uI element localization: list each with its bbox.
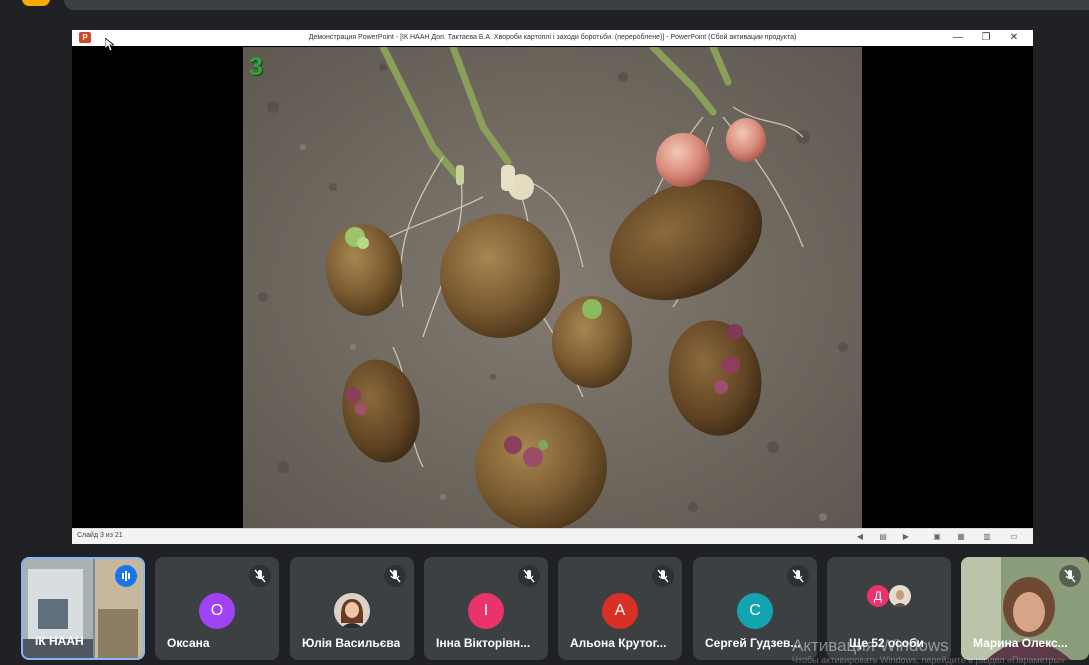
powerpoint-icon: P: [79, 32, 91, 43]
participant-tile-inna[interactable]: І Інна Вікторівн...: [424, 557, 548, 660]
previous-slide-icon[interactable]: ◀: [855, 532, 865, 541]
avatar-photo: [334, 593, 370, 629]
windows-activation-hint: Чтобы активировать Windows, перейдите в …: [792, 655, 1066, 665]
powerpoint-statusbar: Слайд 3 из 21 ◀ ▤ ▶ ▣ ▦ ▥ ▭: [72, 528, 1033, 544]
top-toolbar-strip: [64, 0, 1089, 10]
menu-icon[interactable]: ▤: [878, 532, 888, 541]
participant-name: ІК НААН: [35, 634, 84, 648]
top-indicator: [22, 0, 50, 6]
restore-button[interactable]: ❐: [975, 31, 997, 45]
participant-tile-ik-naan[interactable]: ІК НААН: [21, 557, 145, 660]
avatar: Д: [867, 585, 889, 607]
participant-name: Оксана: [167, 636, 210, 650]
participant-tile-maryna[interactable]: Марина Олекс...: [961, 557, 1089, 660]
mic-off-icon: [249, 565, 271, 587]
minimize-button[interactable]: —: [947, 31, 969, 45]
next-slide-icon[interactable]: ▶: [901, 532, 911, 541]
shared-presentation-window: P Демонстрация PowerPoint - [ІК НААН Доп…: [72, 30, 1033, 544]
potato-tubers-photo: [243, 47, 862, 528]
slide-number-label: 3: [249, 53, 263, 81]
mic-off-icon: [787, 565, 809, 587]
avatar: І: [468, 593, 504, 629]
avatar: С: [737, 593, 773, 629]
mic-off-icon: [518, 565, 540, 587]
participant-name: Інна Вікторівн...: [436, 636, 531, 650]
slide-sorter-icon[interactable]: ▦: [956, 532, 966, 541]
mic-off-icon: [1059, 565, 1081, 587]
avatar: А: [602, 593, 638, 629]
slideshow-icon[interactable]: ▭: [1009, 532, 1019, 541]
participant-name: Сергей Гудзев...: [705, 636, 801, 650]
close-button[interactable]: ✕: [1003, 31, 1025, 45]
mic-off-icon: [384, 565, 406, 587]
avatar: О: [199, 593, 235, 629]
slide-canvas: 3: [243, 47, 862, 528]
participant-tile-yuliia[interactable]: Юлія Васильєва: [290, 557, 414, 660]
participant-tile-alona[interactable]: А Альона Крутог...: [558, 557, 682, 660]
reading-view-icon[interactable]: ▥: [982, 532, 992, 541]
powerpoint-titlebar: P Демонстрация PowerPoint - [ІК НААН Доп…: [72, 30, 1033, 46]
mouse-cursor-icon: [105, 38, 114, 52]
avatar-photo: [889, 585, 911, 607]
participant-name: Альона Крутог...: [570, 636, 667, 650]
mic-off-icon: [652, 565, 674, 587]
window-title: Демонстрация PowerPoint - [ІК НААН Доп. …: [308, 34, 797, 41]
audio-activity-icon: [115, 565, 137, 587]
participant-name: Марина Олекс...: [973, 636, 1068, 650]
participant-tile-oksana[interactable]: О Оксана: [155, 557, 279, 660]
participant-name: Юлія Васильєва: [302, 636, 401, 650]
windows-activation-watermark: Активация Windows: [792, 636, 949, 655]
normal-view-icon[interactable]: ▣: [932, 532, 942, 541]
slide-counter: Слайд 3 из 21: [77, 532, 123, 539]
